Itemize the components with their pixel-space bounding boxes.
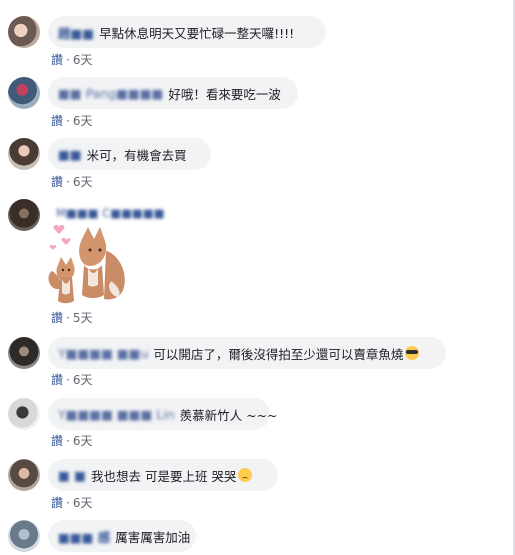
commenter-name[interactable]: 趙■■ <box>58 23 94 42</box>
commenter-name[interactable]: M■■■ C■■■■■ <box>56 206 165 220</box>
comment-actions: 讚 · 6天 <box>51 114 93 128</box>
comment-actions: 讚 · 6天 <box>51 496 93 510</box>
commenter-name[interactable]: ■ ■ <box>58 468 86 483</box>
commenter-name[interactable]: Y■■■■ ■■u <box>58 346 148 361</box>
comment-bubble: ■■ Pang■■■■ 好哦！看來要吃一波 <box>48 77 298 109</box>
like-link[interactable]: 讚 <box>51 434 63 448</box>
timestamp[interactable]: 6天 <box>73 373 93 387</box>
comment-actions: 讚 · 6天 <box>51 434 93 448</box>
comment-bubble: Y■■■■ ■■■ Lin 羨慕新竹人 ~~~ <box>48 398 278 430</box>
sunglasses-emoji-icon <box>405 346 420 360</box>
comment-text: 羨慕新竹人 ~~~ <box>179 407 278 423</box>
timestamp[interactable]: 6天 <box>73 114 93 128</box>
like-link[interactable]: 讚 <box>51 114 63 128</box>
avatar[interactable] <box>8 520 40 552</box>
comment-actions: 讚 · 6天 <box>51 175 93 189</box>
commenter-name[interactable]: ■■ <box>58 147 82 162</box>
like-link[interactable]: 讚 <box>51 496 63 510</box>
comment-actions: 讚 · 6天 <box>51 53 93 67</box>
comment-text: 好哦！看來要吃一波 <box>168 86 281 102</box>
timestamp[interactable]: 6天 <box>73 434 93 448</box>
like-link[interactable]: 讚 <box>51 175 63 189</box>
timestamp[interactable]: 6天 <box>73 496 93 510</box>
comment-bubble: ■ ■ 我也想去 可是要上班 哭哭 <box>48 459 278 491</box>
timestamp[interactable]: 6天 <box>73 53 93 67</box>
fox-hearts-sticker <box>48 224 125 304</box>
comment-text: 早點休息明天又要忙碌一整天囉!!!! <box>99 25 295 41</box>
comment-text: 可以開店了，爾後沒得拍至少還可以賣章魚燒 <box>153 346 404 362</box>
comment-actions: 讚 · 5天 <box>51 311 93 325</box>
comment-bubble: ■■ 米可，有機會去買 <box>48 138 211 170</box>
comment-bubble: ■■■ 感 厲害厲害加油 <box>48 520 196 552</box>
comment-bubble: Y■■■■ ■■u 可以開店了，爾後沒得拍至少還可以賣章魚燒 <box>48 337 446 369</box>
comment-actions: 讚 · 6天 <box>51 373 93 387</box>
avatar[interactable] <box>8 337 40 369</box>
like-link[interactable]: 讚 <box>51 311 63 325</box>
comment-text: 米可，有機會去買 <box>86 147 187 163</box>
comment-text: 我也想去 可是要上班 哭哭 <box>90 468 237 484</box>
avatar[interactable] <box>8 77 40 109</box>
like-link[interactable]: 讚 <box>51 373 63 387</box>
timestamp[interactable]: 6天 <box>73 175 93 189</box>
avatar[interactable] <box>8 459 40 491</box>
avatar[interactable] <box>8 398 40 430</box>
commenter-name[interactable]: Y■■■■ ■■■ Lin <box>58 407 175 422</box>
avatar[interactable] <box>8 199 40 231</box>
worried-face-emoji-icon <box>238 468 253 482</box>
timestamp[interactable]: 5天 <box>73 311 93 325</box>
like-link[interactable]: 讚 <box>51 53 63 67</box>
commenter-name[interactable]: ■■ Pang■■■■ <box>58 86 163 101</box>
commenter-name[interactable]: ■■■ 感 <box>58 527 110 546</box>
comment-bubble: 趙■■ 早點休息明天又要忙碌一整天囉!!!! <box>48 16 326 48</box>
avatar[interactable] <box>8 16 40 48</box>
comment-text: 厲害厲害加油 <box>115 529 191 545</box>
avatar[interactable] <box>8 138 40 170</box>
